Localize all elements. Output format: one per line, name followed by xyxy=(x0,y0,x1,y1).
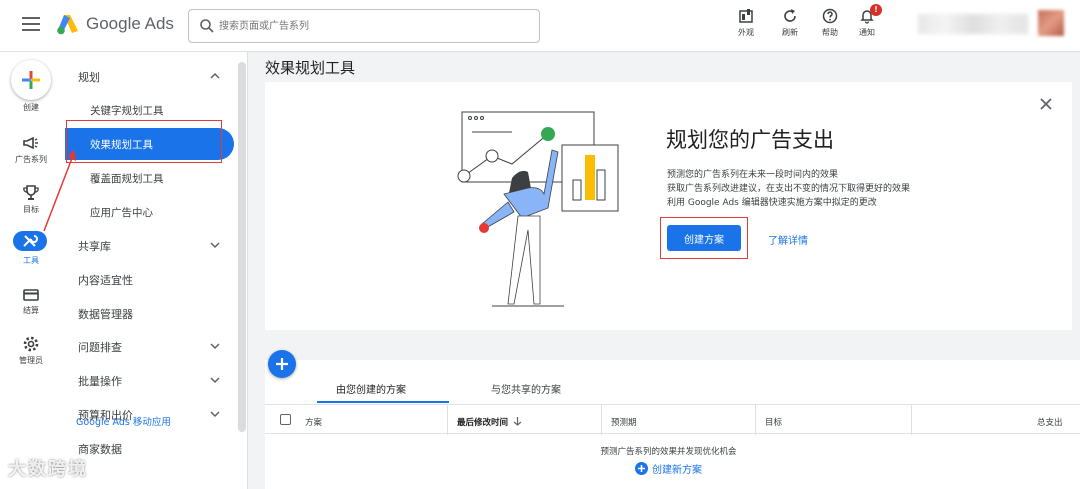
watermark: 大数跨境 xyxy=(8,459,88,480)
refresh-icon xyxy=(784,9,796,22)
chevron-down-icon[interactable] xyxy=(210,240,220,250)
appearance-icon xyxy=(739,9,753,23)
rail-billing-label: 结算 xyxy=(23,306,39,315)
trophy-icon[interactable] xyxy=(22,184,40,202)
menu-icon[interactable] xyxy=(22,17,40,31)
nav-troubleshooting[interactable]: 问题排查 xyxy=(78,339,122,355)
nav-keyword-planner[interactable]: 关键字规划工具 xyxy=(90,103,164,118)
chevron-down-icon[interactable] xyxy=(210,409,220,419)
nav-shared-library[interactable]: 共享库 xyxy=(78,238,111,254)
nav-rail: 创建 广告系列 目标 工具 结算 管理员 xyxy=(0,52,62,489)
nav-scrollbar[interactable] xyxy=(238,62,246,432)
tab-my-plans[interactable]: 由您创建的方案 xyxy=(336,381,406,396)
megaphone-icon[interactable] xyxy=(22,134,40,152)
nav-app-advertising-hub[interactable]: 应用广告中心 xyxy=(90,205,153,220)
nav-bulk-actions[interactable]: 批量操作 xyxy=(78,373,122,389)
select-all-checkbox[interactable] xyxy=(280,414,291,425)
close-icon[interactable] xyxy=(1039,97,1053,111)
gear-icon[interactable] xyxy=(22,335,40,353)
mobile-app-link[interactable]: Google Ads 移动应用 xyxy=(76,414,171,428)
help-label: 帮助 xyxy=(822,28,838,37)
card-icon[interactable] xyxy=(22,286,40,304)
rail-tools-label: 工具 xyxy=(23,256,39,265)
col-total-spend[interactable]: 总支出 xyxy=(1037,416,1063,428)
plus-icon xyxy=(276,358,288,370)
appearance-label: 外观 xyxy=(738,28,754,37)
chevron-down-icon[interactable] xyxy=(210,375,220,385)
search-box[interactable] xyxy=(188,9,540,43)
rail-create-label: 创建 xyxy=(23,103,39,112)
help-icon xyxy=(822,8,838,24)
tab-shared-plans[interactable]: 与您共享的方案 xyxy=(491,381,561,396)
add-circle-icon[interactable] xyxy=(635,462,648,475)
learn-more-link[interactable]: 了解详情 xyxy=(768,232,808,247)
empty-state-note: 预测广告系列的效果并发现优化机会 xyxy=(600,447,737,457)
google-ads-logo xyxy=(57,15,78,35)
search-icon xyxy=(200,19,214,33)
col-divider xyxy=(911,405,912,435)
col-divider xyxy=(755,405,756,435)
col-divider xyxy=(447,405,448,435)
refresh-label: 刷新 xyxy=(782,28,798,37)
appearance-button[interactable]: 外观 xyxy=(729,8,763,44)
nav-content-suitability[interactable]: 内容适宜性 xyxy=(78,272,133,288)
create-new-plan-link[interactable]: 创建新方案 xyxy=(652,461,702,476)
highlight-box-nav xyxy=(66,120,222,163)
search-input[interactable] xyxy=(219,17,519,35)
col-divider xyxy=(601,405,602,435)
nav-reach-planner[interactable]: 覆盖面规划工具 xyxy=(90,171,164,186)
notification-badge: ! xyxy=(870,4,882,16)
refresh-button[interactable]: 刷新 xyxy=(773,8,807,44)
notifications-button[interactable]: ! 通知 xyxy=(850,4,884,44)
rail-admin-label: 管理员 xyxy=(19,356,43,365)
nav-data-manager[interactable]: 数据管理器 xyxy=(78,306,133,322)
col-forecast-period[interactable]: 预测期 xyxy=(611,416,637,428)
nav-section-planning[interactable]: 规划 xyxy=(78,69,100,85)
card-text-line-2: 获取广告系列改进建议，在支出不变的情况下取得更好的效果 xyxy=(667,184,911,194)
tools-icon xyxy=(23,235,38,247)
arrow-down-icon[interactable] xyxy=(513,416,522,426)
col-plan[interactable]: 方案 xyxy=(305,416,322,428)
card-text-line-1: 预测您的广告系列在未来一段时间内的效果 xyxy=(667,170,839,180)
annotation-arrow xyxy=(43,149,76,232)
account-name-blurred[interactable] xyxy=(918,14,1028,34)
add-plan-fab[interactable] xyxy=(268,350,296,378)
create-button[interactable] xyxy=(11,60,51,100)
card-text-line-3: 利用 Google Ads 编辑器快速实施方案中拟定的更改 xyxy=(667,198,877,208)
avatar[interactable] xyxy=(1038,10,1064,36)
table-header: 方案 最后修改时间 预测期 目标 总支出 xyxy=(265,404,1080,435)
notifications-label: 通知 xyxy=(859,28,875,37)
page-title: 效果规划工具 xyxy=(265,59,356,77)
chevron-up-icon[interactable] xyxy=(210,71,220,81)
plus-icon xyxy=(22,71,40,89)
col-goal[interactable]: 目标 xyxy=(765,416,782,428)
logo-text: Google Ads xyxy=(86,14,174,33)
planner-illustration xyxy=(457,111,619,307)
highlight-box-create xyxy=(660,217,748,259)
card-heading: 规划您的广告支出 xyxy=(666,128,834,152)
top-bar: Google Ads 外观 刷新 帮助 ! 通知 xyxy=(0,0,1080,52)
help-button[interactable]: 帮助 xyxy=(813,8,847,44)
active-tab-indicator xyxy=(317,401,449,403)
chevron-down-icon[interactable] xyxy=(210,341,220,351)
col-last-modified[interactable]: 最后修改时间 xyxy=(457,416,508,428)
